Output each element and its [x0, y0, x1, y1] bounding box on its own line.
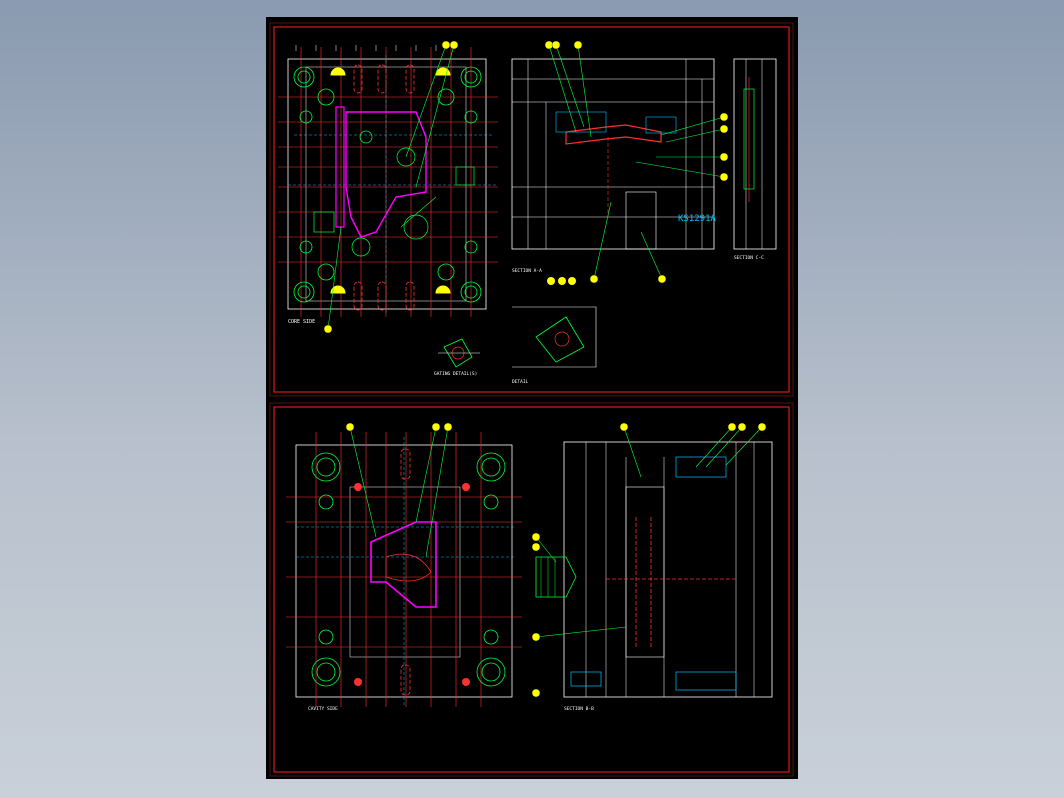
section-cc-view: SECTION C-C: [733, 58, 777, 261]
upper-sheet-frame: [273, 26, 790, 393]
gating-detail-label: GATING DETAIL(S): [434, 371, 477, 377]
drawing-sheet[interactable]: CORE SIDE GATING DETAIL(S) KS1291A SECTI…: [266, 17, 798, 779]
detail-view: DETAIL: [512, 277, 597, 385]
section-aa-view: KS1291A SECTION A-A: [511, 40, 729, 284]
section-aa-label: SECTION A-A: [512, 268, 542, 274]
section-bb-view: SECTION B-B: [531, 422, 773, 712]
core-side-label: CORE SIDE: [288, 319, 315, 325]
section-cc-label: SECTION C-C: [734, 255, 764, 261]
cavity-side-label: CAVITY SIDE: [308, 706, 338, 712]
part-number: KS1291A: [678, 214, 717, 224]
detail-label: DETAIL: [512, 379, 529, 385]
lower-sheet-frame: [273, 406, 790, 773]
section-bb-label: SECTION B-B: [564, 706, 594, 712]
cad-viewer: CORE SIDE GATING DETAIL(S) KS1291A SECTI…: [0, 0, 1064, 798]
cavity-side-view: CAVITY SIDE: [286, 422, 522, 712]
drawing-canvas: CORE SIDE GATING DETAIL(S) KS1291A SECTI…: [269, 22, 794, 777]
gating-detail-view: GATING DETAIL(S): [434, 338, 480, 377]
core-side-view: CORE SIDE: [278, 40, 498, 334]
